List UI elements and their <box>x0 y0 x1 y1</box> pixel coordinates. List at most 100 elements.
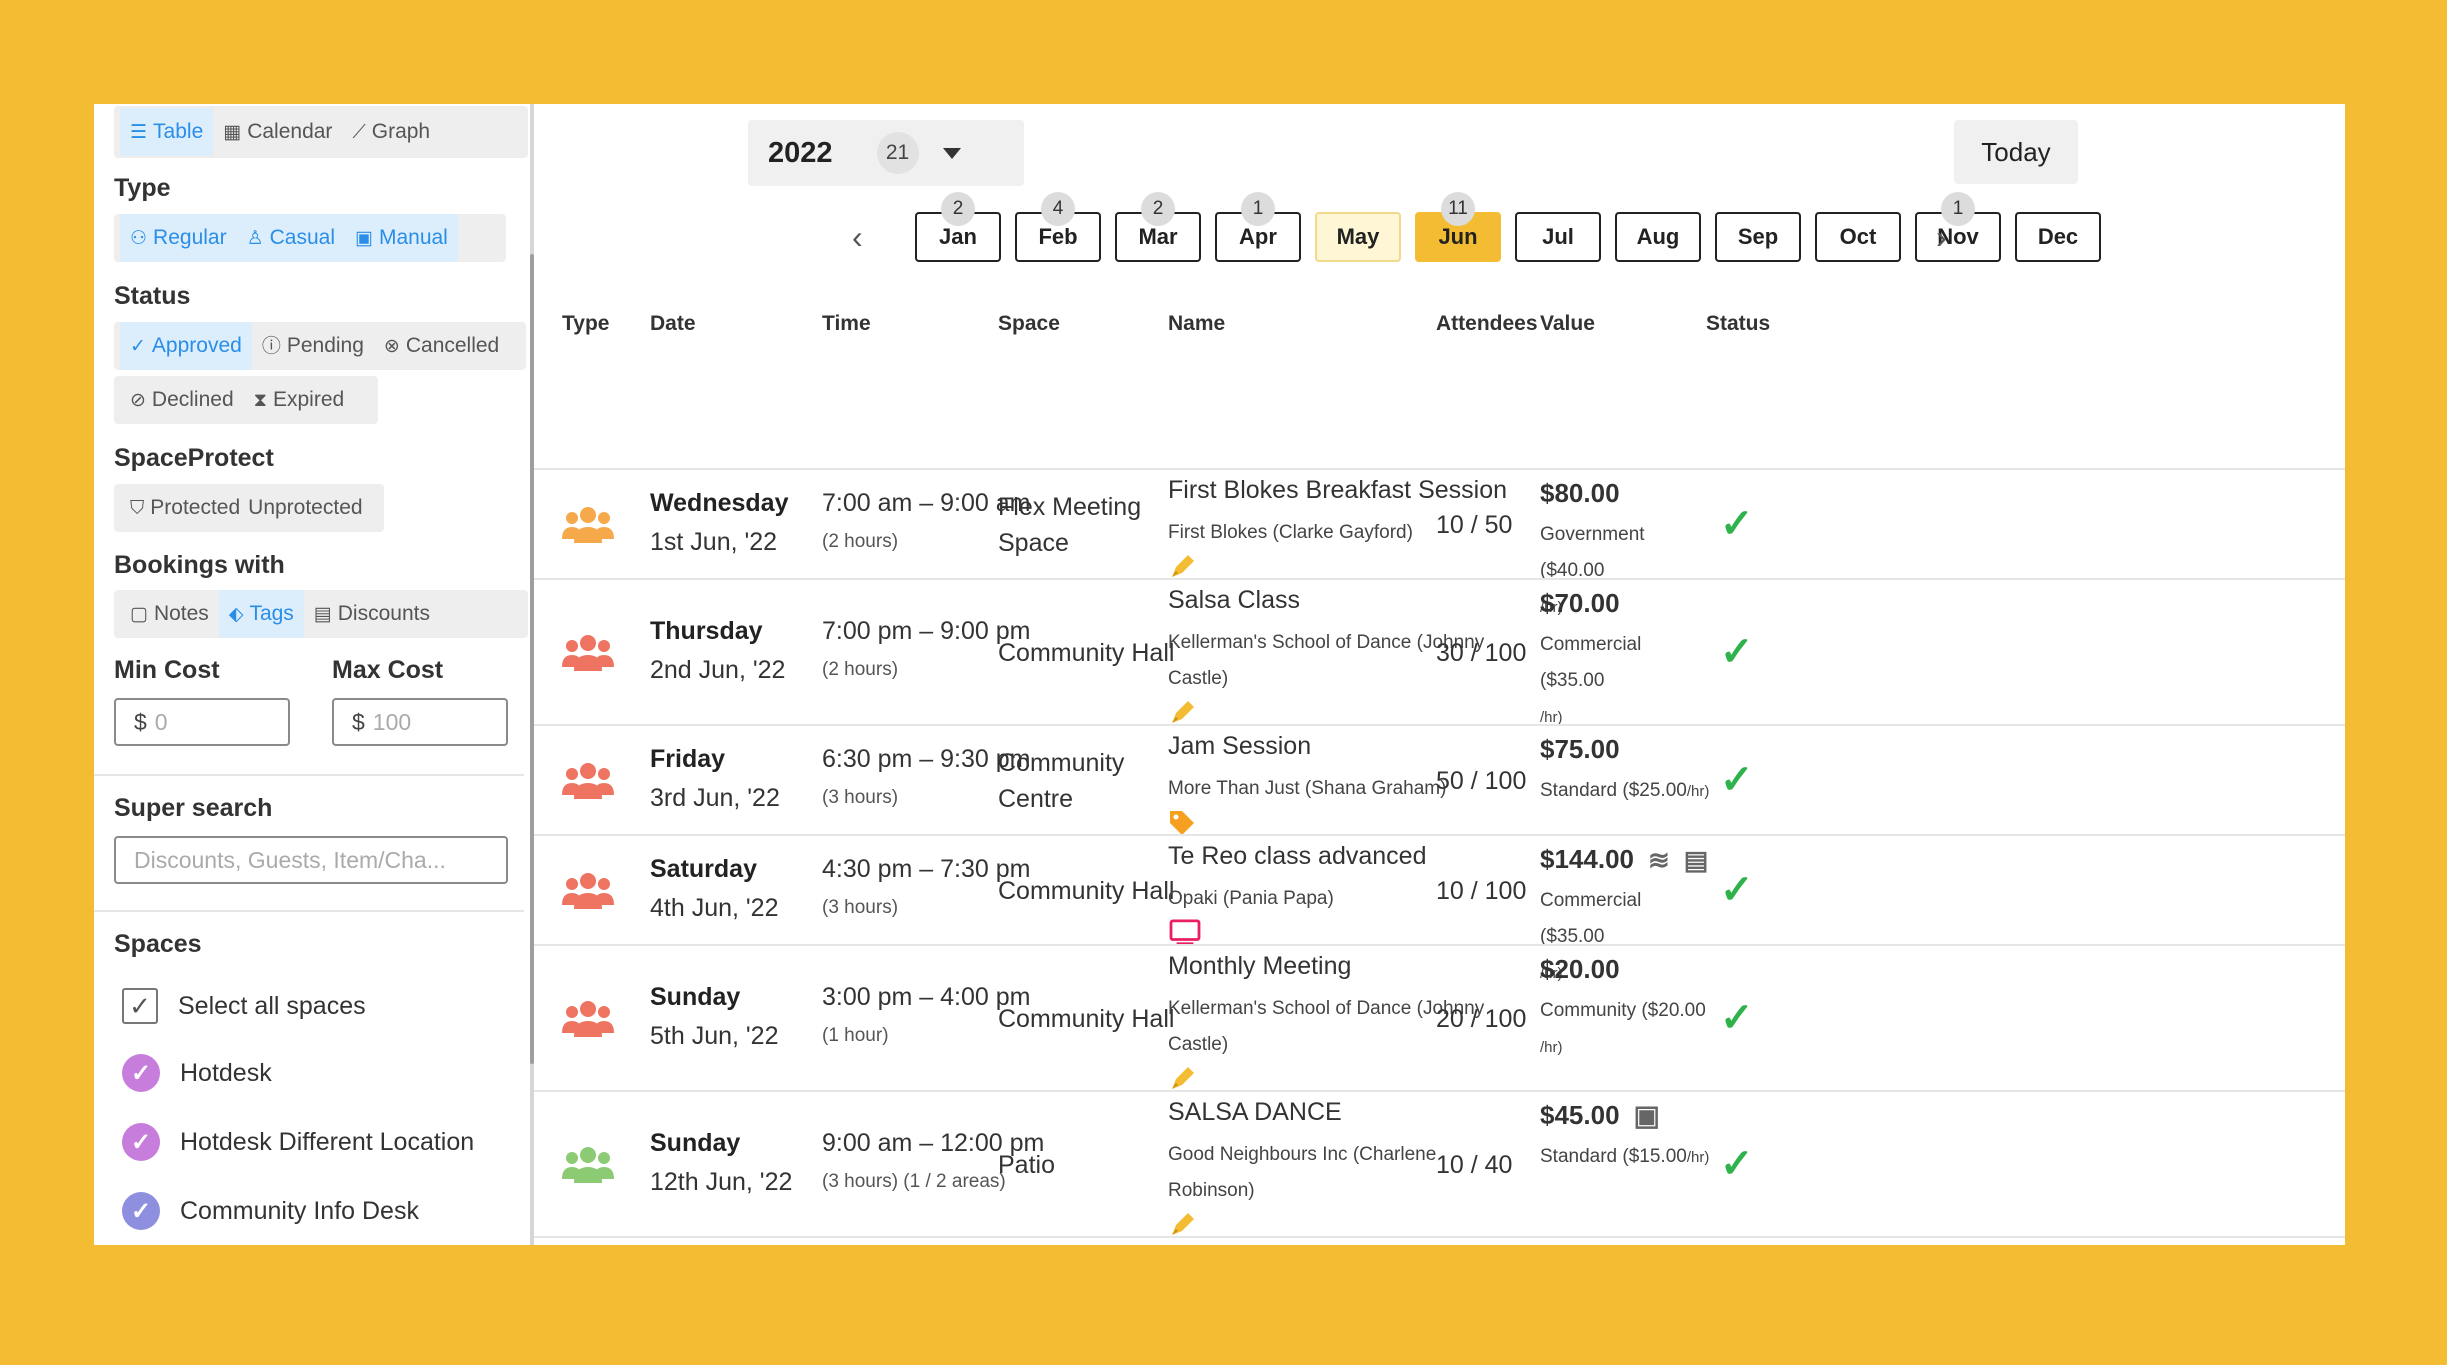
month-label: May <box>1336 224 1380 249</box>
type-cell <box>560 871 616 916</box>
space-item-community-info-desk[interactable]: ✓ Community Info Desk <box>122 1192 419 1230</box>
chevron-left-icon[interactable]: ‹ <box>852 219 863 256</box>
month-count-badge: 11 <box>1441 192 1475 226</box>
pencil-icon <box>1172 555 1194 577</box>
booking-name[interactable]: First Blokes Breakfast Session <box>1168 476 1528 505</box>
month-feb-button[interactable]: Feb 4 <box>1015 192 1101 262</box>
month-jul-button[interactable]: Jul <box>1515 212 1601 262</box>
date-cell: Friday 3rd Jun, '22 <box>650 745 780 813</box>
value-cell: $75.00 Standard ($25.00/hr) <box>1540 734 1710 810</box>
sidebar-divider <box>94 774 524 776</box>
table-row[interactable]: Thursday 2nd Jun, '22 7:00 pm – 9:00 pm (2 … <box>534 578 2345 726</box>
column-header-value[interactable]: Value <box>1540 312 1595 336</box>
view-graph-tab[interactable]: ⟋ Graph <box>342 108 440 156</box>
booking-name[interactable]: SALSA DANCE <box>1168 1098 1528 1127</box>
max-cost-label: Max Cost <box>332 656 444 684</box>
column-header-time[interactable]: Time <box>822 312 871 336</box>
checkbox-icon[interactable]: ✓ <box>122 988 158 1024</box>
people-icon <box>562 1001 614 1037</box>
notes-toggle[interactable]: ▢ Notes <box>120 590 219 638</box>
booking-name[interactable]: Te Reo - Intemediate <box>1168 1244 1528 1245</box>
type-manual-toggle[interactable]: ▣ Manual <box>345 214 458 262</box>
status-approved-toggle[interactable]: ✓ Approved <box>120 322 252 370</box>
booking-date: 12th Jun, '22 <box>650 1168 793 1196</box>
space-item-hotdesk[interactable]: ✓ Hotdesk <box>122 1054 272 1092</box>
booking-date: 4th Jun, '22 <box>650 894 779 922</box>
table-row[interactable]: Tuesday14th Jun, '229:00 am – 10:00 am(1… <box>534 1236 2345 1245</box>
column-header-space[interactable]: Space <box>998 312 1060 336</box>
booking-value: $20.00 <box>1540 954 1620 984</box>
select-all-spaces[interactable]: ✓ Select all spaces <box>122 988 366 1024</box>
month-jan-button[interactable]: Jan 2 <box>915 192 1001 262</box>
booking-name[interactable]: Jam Session <box>1168 732 1528 761</box>
pencil-icon <box>1172 1213 1194 1235</box>
status-cancelled-toggle[interactable]: ⊗ Cancelled <box>374 322 509 370</box>
column-header-type[interactable]: Type <box>562 312 609 336</box>
min-cost-label: Min Cost <box>114 656 220 684</box>
super-search-input[interactable]: Discounts, Guests, Item/Cha... <box>114 836 508 884</box>
booking-name[interactable]: Monthly Meeting <box>1168 952 1528 981</box>
check-circle-icon[interactable]: ✓ <box>122 1054 160 1092</box>
month-apr-button[interactable]: Apr 1 <box>1215 192 1301 262</box>
view-calendar-tab[interactable]: ▦ Calendar <box>213 108 342 156</box>
column-header-date[interactable]: Date <box>650 312 696 336</box>
space-cell: Patio <box>998 1147 1055 1183</box>
month-label: Oct <box>1839 224 1877 249</box>
month-oct-button[interactable]: Oct <box>1815 212 1901 262</box>
table-row[interactable]: Friday 3rd Jun, '22 6:30 pm – 9:30 pm (3 ho… <box>534 724 2345 835</box>
table-row[interactable]: Sunday 5th Jun, '22 3:00 pm – 4:00 pm (1 ho… <box>534 944 2345 1090</box>
discounts-toggle[interactable]: ▤ Discounts <box>304 590 440 638</box>
space-name: Community Hall <box>998 639 1175 667</box>
space-name-cont: Space <box>998 529 1069 557</box>
month-jun-button[interactable]: Jun 11 <box>1415 192 1501 262</box>
status-expired-toggle[interactable]: ⧗ Expired <box>244 376 355 424</box>
tags-toggle[interactable]: ⬖ Tags <box>218 590 304 638</box>
column-header-attendees[interactable]: Attendees <box>1436 312 1538 336</box>
table-row[interactable]: Sunday 12th Jun, '22 9:00 am – 12:00 pm (3 … <box>534 1090 2345 1236</box>
group-icon: ⚇ <box>130 227 148 249</box>
month-label: Jul <box>1542 224 1574 249</box>
space-cell: Community Hall <box>998 873 1174 909</box>
hourglass-icon: ⧗ <box>253 389 267 411</box>
ban-icon: ⊘ <box>130 389 146 411</box>
booking-day: Saturday <box>650 855 757 883</box>
month-sep-button[interactable]: Sep <box>1715 212 1801 262</box>
booking-date: 5th Jun, '22 <box>650 1022 779 1050</box>
status-pending-toggle[interactable]: ⓘ Pending <box>252 322 374 370</box>
protected-toggle[interactable]: ⛉ Protected <box>120 484 244 532</box>
today-button[interactable]: Today <box>1954 120 2078 184</box>
month-nov-button[interactable]: Nov 1 <box>1915 192 2001 262</box>
check-circle-icon[interactable]: ✓ <box>122 1123 160 1161</box>
column-header-status[interactable]: Status <box>1706 312 1770 336</box>
booking-name[interactable]: Te Reo class advanced <box>1168 842 1528 871</box>
chart-icon: ⟋ <box>352 121 366 143</box>
month-aug-button[interactable]: Aug <box>1615 212 1701 262</box>
max-cost-input[interactable]: $100 <box>332 698 508 746</box>
booking-name[interactable]: Salsa Class <box>1168 586 1528 615</box>
year-select[interactable]: 2022 21 <box>748 120 1024 186</box>
booking-date: 2nd Jun, '22 <box>650 656 786 684</box>
attendees-cell: 10 / 40 <box>1436 1151 1513 1179</box>
month-label: Sep <box>1737 224 1779 249</box>
type-casual-toggle[interactable]: ♙ Casual <box>236 214 346 262</box>
column-header-name[interactable]: Name <box>1168 312 1225 336</box>
month-mar-button[interactable]: Mar 2 <box>1115 192 1201 262</box>
value-cell: $45.00 ▣ Standard ($15.00/hr) <box>1540 1100 1710 1176</box>
type-regular-toggle[interactable]: ⚇ Regular <box>120 214 237 262</box>
space-name: Flex Meeting <box>998 493 1142 521</box>
space-item-hotdesk-different-location[interactable]: ✓ Hotdesk Different Location <box>122 1123 474 1161</box>
table-row[interactable]: Saturday 4th Jun, '22 4:30 pm – 7:30 pm (3 … <box>534 834 2345 982</box>
space-name: Patio <box>998 1151 1055 1179</box>
attendees-cell: 10 / 50 <box>1436 511 1513 539</box>
check-circle-icon[interactable]: ✓ <box>122 1192 160 1230</box>
month-may-button[interactable]: May <box>1315 212 1401 262</box>
chevron-right-icon[interactable]: › <box>1936 219 1947 256</box>
view-table-tab[interactable]: ☰ Table <box>120 108 214 156</box>
shield-check-icon: ⛉ <box>130 497 145 519</box>
month-dec-button[interactable]: Dec <box>2015 212 2101 262</box>
unprotected-toggle[interactable]: Unprotected <box>244 484 372 532</box>
min-cost-input[interactable]: $0 <box>114 698 290 746</box>
date-cell: Sunday 12th Jun, '22 <box>650 1129 792 1197</box>
table-row[interactable]: Wednesday 1st Jun, '22 7:00 am – 9:00 am (2… <box>534 468 2345 616</box>
status-declined-toggle[interactable]: ⊘ Declined <box>120 376 244 424</box>
